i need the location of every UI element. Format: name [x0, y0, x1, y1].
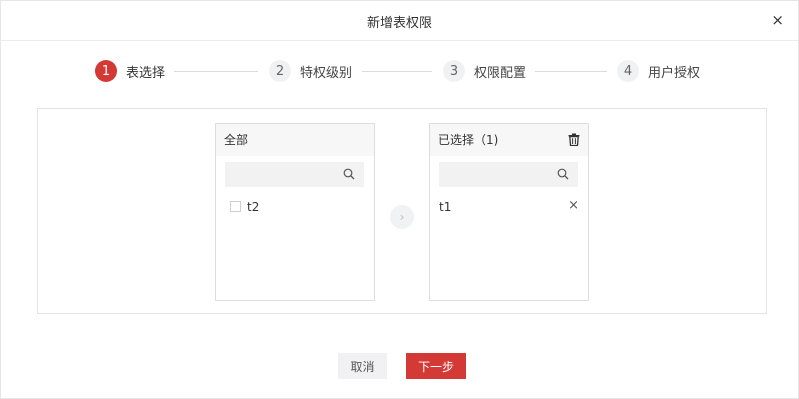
step-number: 2 [269, 60, 291, 82]
step-1: 1 表选择 [95, 59, 165, 83]
step-label: 权限配置 [474, 65, 527, 81]
source-search-input[interactable] [225, 162, 364, 187]
step-4: 4 用户授权 [617, 59, 700, 83]
chevron-right-icon: › [399, 210, 405, 224]
step-label: 特权级别 [300, 65, 353, 81]
target-search-input[interactable] [439, 162, 578, 187]
cancel-button[interactable]: 取消 [338, 353, 387, 379]
next-step-button[interactable]: 下一步 [406, 353, 466, 379]
step-2: 2 特权级别 [269, 59, 352, 83]
step-number: 4 [617, 60, 639, 82]
close-icon[interactable]: × [568, 198, 579, 213]
step-connector [535, 71, 607, 72]
dialog-header: 新增表权限 × [1, 1, 798, 41]
search-icon [343, 168, 355, 180]
item-label: t1 [439, 200, 452, 214]
step-number: 1 [95, 60, 117, 82]
dialog-title: 新增表权限 [366, 16, 432, 31]
source-list: 全部 t2 [215, 123, 375, 301]
transfer-panel: 全部 t2 › 已选择（1) t1 × [37, 108, 767, 314]
close-icon[interactable]: × [771, 11, 784, 29]
item-checkbox[interactable] [230, 201, 241, 212]
step-label: 表选择 [126, 65, 166, 81]
dialog: 新增表权限 × 1 表选择 2 特权级别 3 权限配置 4 用户授权 全部 t2… [0, 0, 799, 399]
step-number: 3 [443, 60, 465, 82]
stepper: 1 表选择 2 特权级别 3 权限配置 4 用户授权 [1, 59, 799, 85]
step-label: 用户授权 [648, 65, 701, 81]
search-icon [557, 168, 569, 180]
source-list-header: 全部 [216, 124, 374, 156]
target-list-title: 已选择（1) [438, 133, 499, 147]
step-connector [174, 71, 258, 72]
target-list-header: 已选择（1) [430, 124, 588, 156]
transfer-right-button[interactable]: › [390, 205, 414, 229]
list-item[interactable]: t2 [216, 198, 374, 218]
item-label: t2 [247, 200, 260, 214]
list-item[interactable]: t1 × [430, 198, 588, 218]
target-list: 已选择（1) t1 × [429, 123, 589, 301]
step-connector [362, 71, 432, 72]
trash-icon[interactable] [568, 133, 580, 146]
source-list-title: 全部 [224, 133, 249, 147]
step-3: 3 权限配置 [443, 59, 526, 83]
